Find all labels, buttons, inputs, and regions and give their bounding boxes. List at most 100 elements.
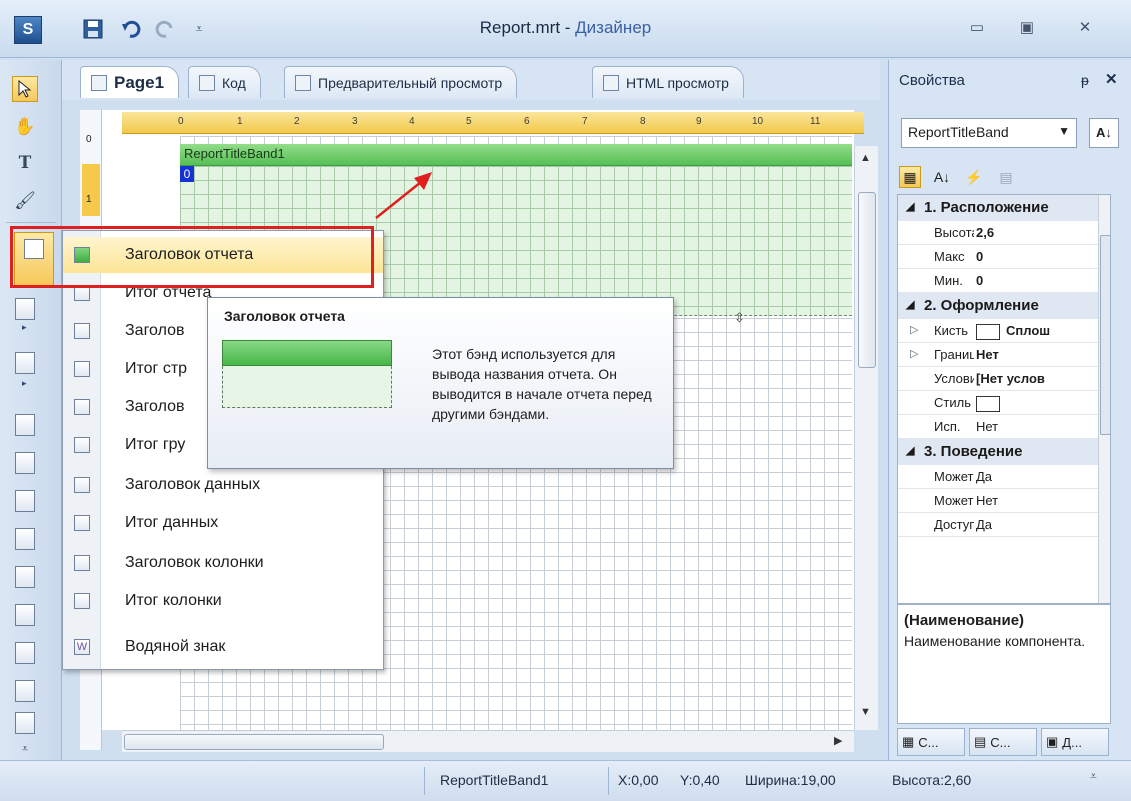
text-component-tool-icon[interactable] [12, 350, 38, 376]
status-component: ReportTitleBand1 [440, 772, 549, 788]
band-header[interactable]: ReportTitleBand1 [180, 144, 852, 166]
table-tool-icon[interactable] [12, 710, 38, 736]
property-grid[interactable]: ◢ 1. Расположение Высота2,6 Макс 0 Мин. 0 ◢… [897, 194, 1111, 604]
app-icon[interactable]: S [14, 16, 42, 44]
toolbox-item-icon[interactable] [12, 450, 38, 476]
vertical-scrollbar[interactable]: ▲ ▼ [854, 146, 878, 730]
property-value[interactable]: Сплош [1006, 323, 1050, 338]
property-value[interactable]: 0 [976, 273, 983, 288]
scroll-thumb[interactable] [124, 734, 384, 750]
toolbox-item-icon[interactable] [12, 678, 38, 704]
categorized-icon[interactable]: ▦ [899, 166, 921, 188]
expand-icon[interactable]: ▷ [910, 323, 918, 336]
status-options-icon[interactable]: ⩡ [1090, 769, 1097, 784]
property-value[interactable]: Нет [976, 493, 998, 508]
tooltip-text: Этот бэнд используется для вывода назван… [432, 346, 652, 422]
tab-label: Предварительный просмотр [318, 74, 503, 91]
properties-toolbar: ▦ A↓ ⚡ ▤ [899, 164, 1017, 190]
category-layout[interactable]: ◢ 1. Расположение [898, 195, 1110, 221]
toolbox-item-icon[interactable] [12, 526, 38, 552]
cross-band-tool-icon[interactable] [12, 296, 38, 322]
toolbox-item-icon[interactable] [12, 602, 38, 628]
tab-dictionary[interactable]: ▤ С... [969, 728, 1037, 756]
property-value[interactable]: Нет [976, 347, 999, 362]
menu-item-label: Заголовок данных [125, 476, 261, 493]
component-dropdown-icon[interactable]: ▸ [22, 378, 32, 389]
cross-band-dropdown-icon[interactable]: ▸ [22, 322, 32, 333]
ruler-tick: 11 [810, 116, 821, 127]
tab-html-preview[interactable]: HTML просмотр [592, 66, 744, 98]
scroll-right-icon[interactable]: ▶ [834, 734, 842, 747]
scroll-up-icon[interactable]: ▲ [860, 152, 871, 164]
toolbox-item-icon[interactable] [12, 564, 38, 590]
property-pages-icon[interactable]: ▤ [995, 166, 1017, 188]
toolbox-more-icon[interactable]: ⩡ [12, 736, 38, 762]
customize-quick-access-icon[interactable]: ⩡ [186, 16, 212, 42]
property-grid-scrollbar[interactable] [1098, 195, 1110, 603]
expand-icon[interactable]: ▷ [910, 347, 918, 360]
property-row[interactable]: Стиль [898, 391, 1110, 415]
format-painter-icon[interactable]: 🖌 [12, 188, 38, 214]
menu-item-data-header[interactable]: Заголовок данных [63, 467, 383, 503]
menu-item-data-footer[interactable]: Итог данных [63, 505, 383, 541]
sort-az-icon[interactable]: A↓ [1089, 118, 1119, 148]
ruler-tick: 3 [352, 116, 358, 127]
pointer-tool-icon[interactable] [12, 76, 38, 102]
property-value[interactable]: Нет [976, 419, 998, 434]
property-name: Может [934, 469, 974, 484]
text-tool-icon[interactable]: T [12, 150, 38, 176]
tab-page1[interactable]: Page1 [80, 66, 180, 98]
property-value[interactable]: 2,6 [976, 225, 994, 240]
collapse-icon[interactable]: ◢ [906, 298, 914, 311]
menu-item-column-footer[interactable]: Итог колонки [63, 583, 383, 619]
close-panel-icon[interactable]: ✕ [1105, 70, 1118, 88]
menu-item-watermark[interactable]: W Водяной знак [63, 629, 383, 665]
toolbox-item-icon[interactable] [12, 640, 38, 666]
category-behavior[interactable]: ◢ 3. Поведение [898, 439, 1110, 465]
undo-icon[interactable] [118, 16, 144, 42]
toolbox-item-icon[interactable] [12, 488, 38, 514]
tab-preview[interactable]: Предварительный просмотр [284, 66, 518, 98]
maximize-button[interactable]: ▣ [1010, 18, 1044, 44]
collapse-icon[interactable]: ◢ [906, 200, 914, 213]
events-icon[interactable]: ⚡ [963, 166, 985, 188]
property-row[interactable]: Исп. Нет [898, 415, 1110, 439]
property-row[interactable]: ▷ ГраницаНет [898, 343, 1110, 367]
alphabetical-icon[interactable]: A↓ [931, 166, 953, 188]
data-header-icon [74, 477, 90, 493]
pin-icon[interactable]: ᵽ [1081, 72, 1089, 88]
collapse-icon[interactable]: ◢ [906, 444, 914, 457]
minimize-button[interactable]: ▭ [960, 18, 994, 44]
properties-tab-icon: ▦ [902, 734, 915, 749]
property-value[interactable]: 0 [976, 249, 983, 264]
tab-code[interactable]: Код [188, 66, 261, 98]
horizontal-scrollbar[interactable]: ▶ [122, 730, 854, 752]
property-row[interactable]: Может Нет [898, 489, 1110, 513]
property-row[interactable]: Высота2,6 [898, 221, 1110, 245]
scroll-thumb[interactable] [858, 192, 876, 368]
property-row[interactable]: Макс 0 [898, 245, 1110, 269]
ruler-tick: 8 [640, 116, 646, 127]
toolbox-item-icon[interactable] [12, 412, 38, 438]
scroll-down-icon[interactable]: ▼ [860, 706, 871, 718]
property-name: Может [934, 493, 974, 508]
category-appearance[interactable]: ◢ 2. Оформление [898, 293, 1110, 319]
scroll-thumb[interactable] [1100, 235, 1110, 435]
property-row[interactable]: Условия[Нет услов [898, 367, 1110, 391]
tab-properties[interactable]: ▦ С... [897, 728, 965, 756]
save-icon[interactable] [80, 16, 106, 42]
property-row[interactable]: Доступ Да [898, 513, 1110, 537]
tab-report-tree[interactable]: ▣ Д... [1041, 728, 1109, 756]
component-select[interactable]: ReportTitleBand ▼ [901, 118, 1077, 148]
close-button[interactable]: ✕ [1068, 18, 1102, 44]
hand-tool-icon[interactable]: ✋ [12, 114, 38, 140]
property-row[interactable]: Мин. 0 [898, 269, 1110, 293]
property-value[interactable]: Да [976, 517, 992, 532]
property-value[interactable]: Да [976, 469, 992, 484]
property-row[interactable]: Может Да [898, 465, 1110, 489]
resize-handle-icon[interactable]: ⇳ [734, 310, 745, 326]
property-row[interactable]: ▷ Кисть Сплош [898, 319, 1110, 343]
property-value[interactable]: [Нет услов [976, 371, 1045, 386]
menu-item-column-header[interactable]: Заголовок колонки [63, 545, 383, 581]
redo-icon[interactable] [152, 16, 178, 42]
